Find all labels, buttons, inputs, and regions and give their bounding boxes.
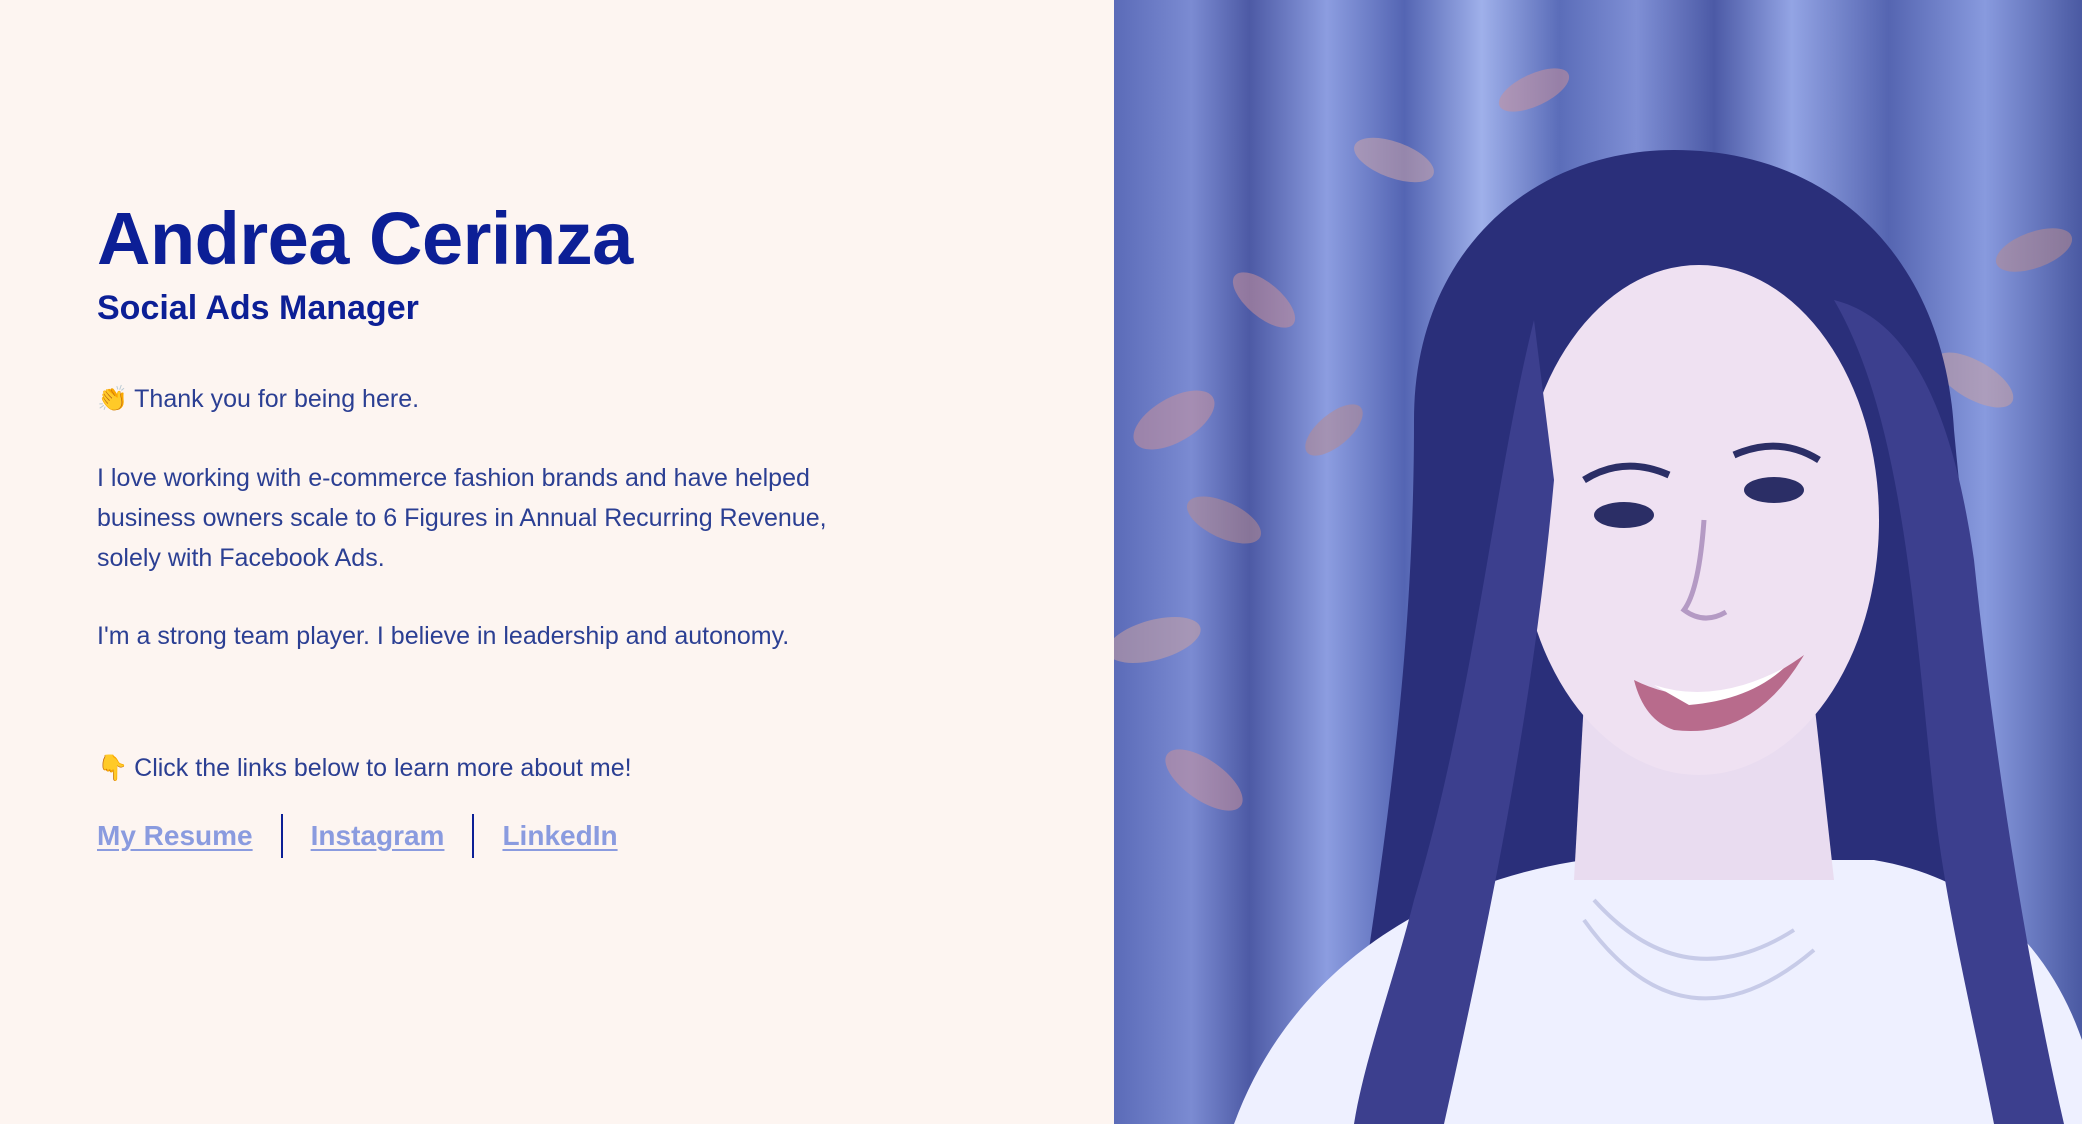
page: Andrea Cerinza Social Ads Manager 👏 Thank… — [0, 0, 2082, 1124]
profile-links: My Resume Instagram LinkedIn — [97, 813, 618, 859]
profile-role: Social Ads Manager — [97, 289, 419, 327]
team-paragraph: I'm a strong team player. I believe in l… — [97, 622, 790, 650]
link-divider — [472, 814, 475, 858]
greeting-line: 👏 Thank you for being here. — [97, 379, 897, 419]
resume-link[interactable]: My Resume — [97, 820, 253, 852]
profile-name: Andrea Cerinza — [97, 197, 633, 280]
portrait-illustration — [1114, 68, 2082, 1124]
linkedin-link[interactable]: LinkedIn — [502, 820, 617, 852]
link-divider — [280, 814, 283, 858]
right-eye — [1744, 477, 1804, 503]
greeting-text: Thank you for being here. — [134, 385, 420, 413]
pointing-down-icon: 👇 — [97, 753, 129, 782]
instagram-link[interactable]: Instagram — [311, 820, 445, 852]
clapping-hands-icon: 👏 — [97, 384, 129, 413]
about-paragraph: I love working with e-commerce fashion b… — [97, 464, 827, 572]
intro-panel: Andrea Cerinza Social Ads Manager 👏 Thank… — [0, 0, 1114, 1124]
cta-text: Click the links below to learn more abou… — [134, 754, 632, 782]
portrait-photo — [1114, 0, 2082, 1124]
left-eye — [1594, 502, 1654, 528]
cta-line: 👇 Click the links below to learn more abo… — [97, 748, 897, 788]
